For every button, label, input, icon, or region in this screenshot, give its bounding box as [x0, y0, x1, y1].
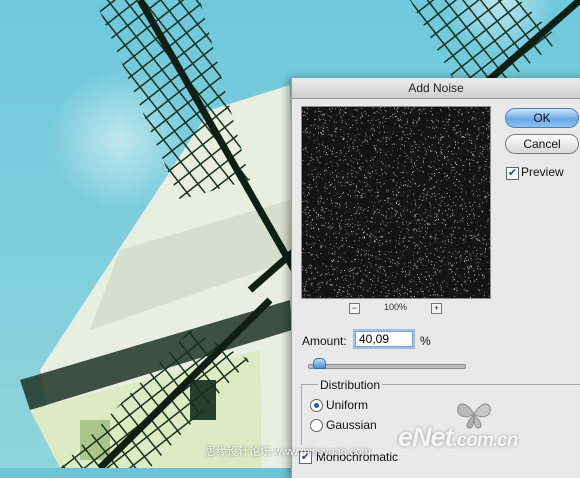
amount-input[interactable]: [355, 331, 413, 347]
zoom-in-button[interactable]: +: [431, 303, 442, 314]
preview-checkbox-label: Preview: [521, 165, 564, 179]
zoom-level-readout: 100%: [384, 302, 407, 312]
distribution-group-label: Distribution: [318, 378, 382, 392]
gaussian-radio-label: Gaussian: [326, 418, 377, 432]
uniform-radio[interactable]: [310, 399, 323, 412]
gaussian-radio[interactable]: [310, 419, 323, 432]
preview-checkbox[interactable]: ✔: [506, 167, 519, 180]
amount-slider-thumb[interactable]: [313, 358, 326, 369]
amount-unit: %: [420, 334, 431, 348]
zoom-out-button[interactable]: −: [349, 303, 360, 314]
enet-logo-suffix: .com.cn: [453, 430, 518, 451]
dialog-title: Add Noise: [292, 81, 580, 95]
watermark-text: 思缘设计论坛 www.missyuan.com: [205, 443, 371, 459]
ok-button[interactable]: OK: [505, 108, 579, 128]
enet-logo-text: eNet: [398, 422, 453, 452]
enet-logo-watermark: eNet.com.cn: [398, 422, 517, 453]
amount-label: Amount:: [302, 334, 347, 348]
amount-slider-track[interactable]: [308, 364, 466, 369]
noise-preview-image: [302, 107, 490, 298]
checkmark-icon: ✔: [508, 167, 517, 179]
dialog-titlebar[interactable]: Add Noise: [292, 78, 580, 99]
uniform-radio-label: Uniform: [326, 398, 368, 412]
add-noise-dialog: Add Noise − 100% + OK Cancel ✔ Preview A…: [291, 78, 580, 478]
noise-preview-pane[interactable]: [301, 106, 491, 299]
cancel-button[interactable]: Cancel: [505, 134, 579, 154]
